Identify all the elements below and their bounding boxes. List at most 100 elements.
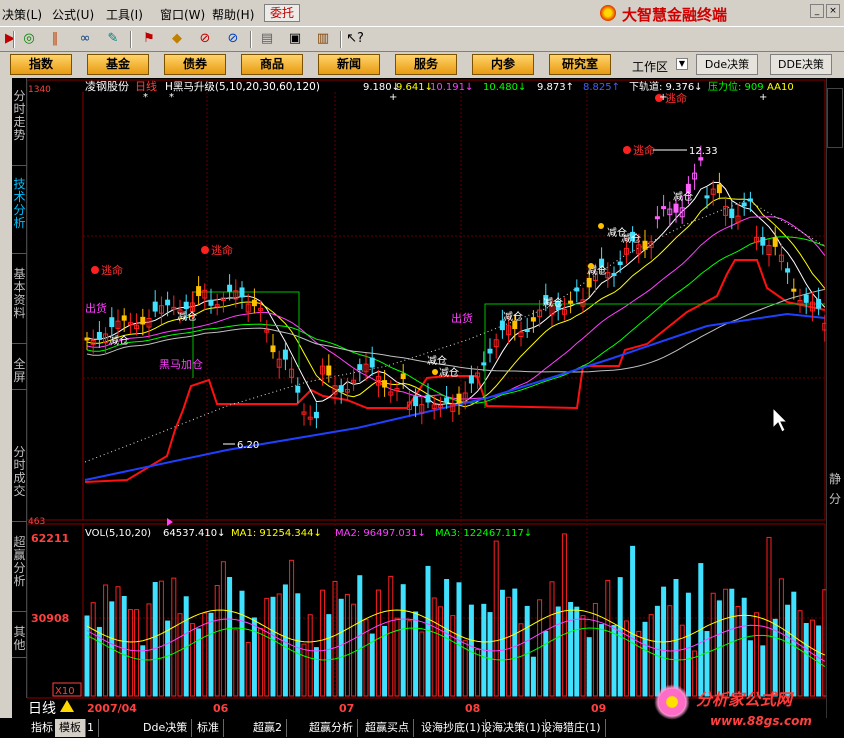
- tab-technical[interactable]: 技术分析: [12, 174, 27, 254]
- print-icon[interactable]: ▤: [258, 31, 276, 48]
- tab-trades[interactable]: 分时成交: [12, 442, 27, 522]
- menu-decision[interactable]: 决策(L): [2, 6, 42, 23]
- period-label[interactable]: 日线: [135, 79, 157, 93]
- volume-bar: [301, 643, 307, 697]
- no-entry-icon[interactable]: ⊘: [196, 31, 214, 48]
- candle-body: [617, 261, 623, 266]
- volume-bar: [140, 645, 146, 697]
- entrust-button[interactable]: 委托: [264, 4, 300, 22]
- window-icon[interactable]: ▣: [286, 31, 304, 48]
- volume-bar: [822, 589, 826, 697]
- right-scroll-handle[interactable]: [827, 88, 843, 148]
- nav-dde-decision[interactable]: Dde决策: [696, 54, 758, 75]
- bottom-tab[interactable]: 超赢买点: [361, 719, 414, 737]
- books-icon[interactable]: ▥: [314, 31, 332, 48]
- star-marker-icon: *: [169, 92, 174, 103]
- volume-bar: [506, 596, 512, 697]
- volume-bar: [549, 581, 555, 697]
- bottom-tab[interactable]: 模板: [55, 719, 86, 737]
- close-button[interactable]: ×: [826, 4, 840, 18]
- escape-signal-label: 逃命: [665, 91, 687, 105]
- diamond-icon[interactable]: ◆: [168, 31, 186, 48]
- escape-signal-label: 逃命: [211, 243, 233, 257]
- volume-bar: [202, 612, 208, 697]
- nav-research[interactable]: 研究室: [549, 54, 611, 75]
- refresh-icon[interactable]: ▶: [1, 31, 19, 48]
- volume-bar: [487, 612, 493, 697]
- high-price-label: 12.33: [689, 146, 718, 157]
- bottom-tab[interactable]: Dde决策: [139, 719, 193, 737]
- tab-fullscreen[interactable]: 全屏: [12, 354, 27, 390]
- volume-bar: [723, 588, 729, 697]
- candle-body: [382, 380, 388, 388]
- menu-help[interactable]: 帮助(H): [212, 6, 254, 23]
- volume-bar: [561, 533, 567, 697]
- nav-insider[interactable]: 内参: [472, 54, 534, 75]
- candle-body: [487, 348, 493, 354]
- indicator-value: 10.191↓: [430, 82, 473, 93]
- candle-body: [270, 345, 276, 353]
- volume-bar: [233, 629, 239, 697]
- formula-icon[interactable]: ✎: [104, 31, 122, 48]
- date-2007-04: 2007/04: [87, 702, 137, 715]
- volume-bar: [530, 656, 536, 697]
- nav-fund[interactable]: 基金: [87, 54, 149, 75]
- help-pointer-icon[interactable]: ↖?: [346, 31, 364, 48]
- bottom-tab[interactable]: 指标: [27, 719, 58, 737]
- nav-bond[interactable]: 债券: [164, 54, 226, 75]
- tab-intraday[interactable]: 分时走势: [12, 86, 27, 166]
- candlesticks: [84, 145, 826, 429]
- tab-other[interactable]: 其他: [12, 622, 27, 658]
- binoculars-icon[interactable]: ∞: [76, 31, 94, 48]
- left-gutter: [0, 78, 12, 718]
- escape-signal-icon: [91, 266, 99, 274]
- alert-icon[interactable]: ⚑: [140, 31, 158, 48]
- escape-signal-icon: [201, 246, 209, 254]
- bottom-tab[interactable]: 设海抄底(1): [417, 719, 486, 737]
- glasses-icon[interactable]: ◎: [20, 31, 38, 48]
- bottom-tab[interactable]: 标准: [193, 719, 224, 737]
- vol-ma-value: MA3: 122467.117↓: [435, 528, 532, 539]
- tab-fundamentals[interactable]: 基本资料: [12, 264, 27, 344]
- candle-body: [425, 394, 431, 403]
- bars-icon[interactable]: ‖: [46, 31, 64, 48]
- nav-index[interactable]: 指数: [10, 54, 72, 75]
- workarea-dropdown-icon[interactable]: ▼: [676, 58, 688, 70]
- bottom-tab[interactable]: 超赢分析: [305, 719, 358, 737]
- escape-signal-label: 逃命: [101, 263, 123, 277]
- candle-body: [282, 349, 288, 360]
- reduce-signal-icon: [432, 369, 438, 375]
- volume-bar: [431, 597, 437, 697]
- bottom-tab[interactable]: 超赢2: [249, 719, 287, 737]
- bottom-tab[interactable]: 1: [83, 719, 99, 737]
- candle-body: [239, 287, 245, 298]
- bottom-tab[interactable]: 设海猎庄(1): [537, 719, 606, 737]
- date-08: 08: [465, 702, 480, 715]
- right-edge-label-2: 分: [829, 492, 842, 506]
- volume-bar: [499, 589, 505, 697]
- nav-news[interactable]: 新闻: [318, 54, 380, 75]
- candle-body: [121, 315, 127, 321]
- menu-formula[interactable]: 公式(U): [52, 6, 94, 23]
- menu-window[interactable]: 窗口(W): [160, 6, 205, 23]
- volume-bar: [642, 621, 648, 697]
- nav-dde-decision-2[interactable]: DDE决策: [770, 54, 832, 75]
- minimize-button[interactable]: _: [810, 4, 824, 18]
- volume-bar: [524, 605, 530, 697]
- candle-body: [96, 331, 102, 340]
- bottom-tab[interactable]: 设海决策(1): [477, 719, 546, 737]
- vol-unit: X10: [55, 686, 75, 697]
- candle-body: [152, 301, 158, 312]
- volume-bar: [258, 627, 264, 697]
- nav-commodity[interactable]: 商品: [241, 54, 303, 75]
- k-line-chart[interactable]: 凌钢股份 日线 H黑马升级(5,10,20,30,60,120) 9.180↓9…: [27, 78, 826, 718]
- nav-service[interactable]: 服务: [395, 54, 457, 75]
- menu-tools[interactable]: 工具(I): [106, 6, 143, 23]
- volume-bar: [512, 588, 518, 697]
- no-entry-blue-icon[interactable]: ⊘: [224, 31, 242, 48]
- dark-horse-add-label: 黑马加仓: [159, 357, 203, 371]
- signal-annotations: 逃命逃命逃命逃命出货出货减仓减仓减仓减仓减仓减仓减仓减仓减仓减仓黑马加仓: [85, 91, 693, 379]
- volume-bar: [543, 630, 549, 697]
- tab-super-analysis[interactable]: 超赢分析: [12, 532, 27, 612]
- volume-bar: [673, 578, 679, 697]
